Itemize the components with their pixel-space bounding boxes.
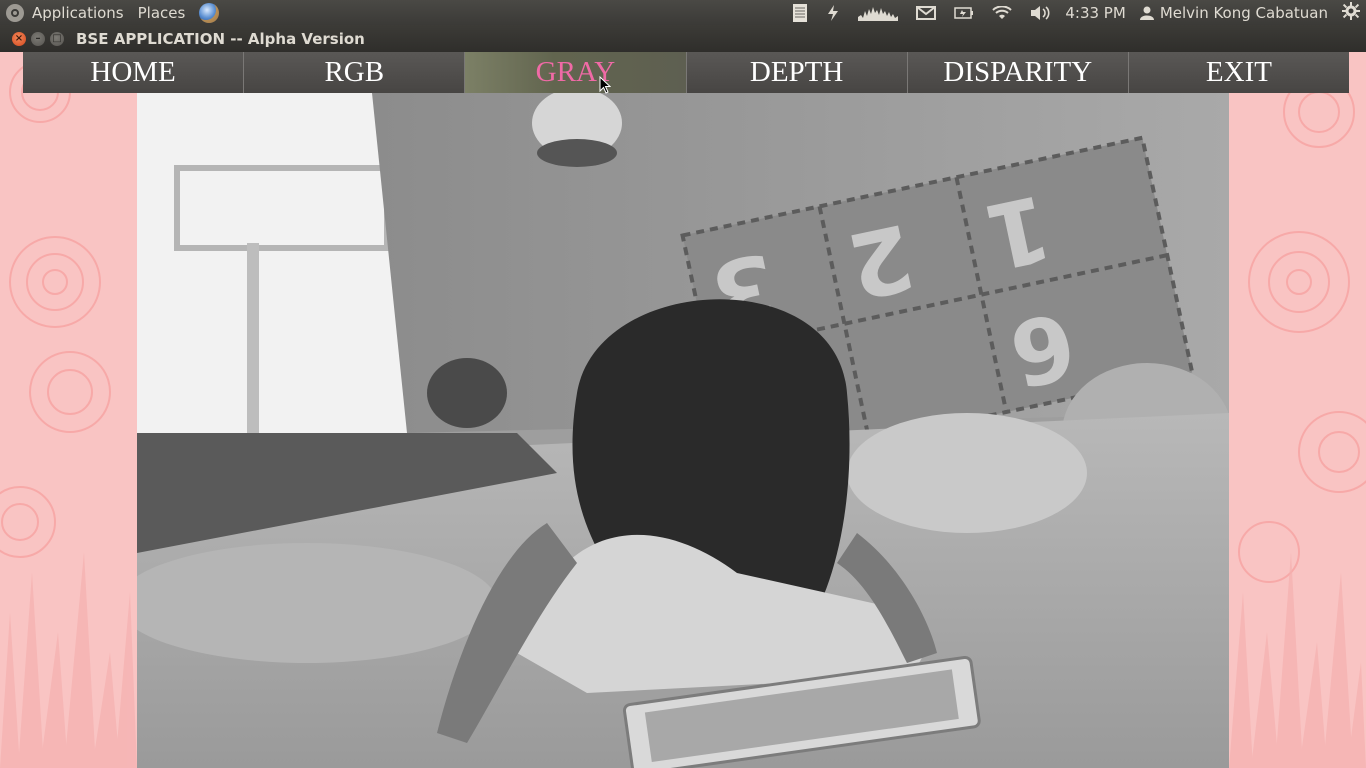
window-maximize-button[interactable]: □: [50, 31, 64, 46]
mail-icon[interactable]: [916, 5, 937, 20]
tab-exit[interactable]: EXIT: [1128, 52, 1350, 93]
tab-rgb[interactable]: RGB: [244, 52, 466, 93]
system-top-panel: Applications Places 4:33 PM Melvin Kong …: [0, 0, 1366, 25]
window-title: BSE APPLICATION -- Alpha Version: [76, 29, 365, 48]
wifi-icon[interactable]: [992, 5, 1013, 20]
window-title-bar[interactable]: × – □ BSE APPLICATION -- Alpha Version: [0, 25, 1366, 52]
window-close-button[interactable]: ×: [12, 31, 26, 46]
gear-icon[interactable]: [1342, 1, 1360, 24]
left-floral-background: [0, 52, 137, 768]
document-icon[interactable]: [792, 3, 808, 23]
maximize-icon: □: [52, 32, 62, 44]
clock[interactable]: 4:33 PM: [1065, 4, 1125, 22]
power-icon[interactable]: [826, 4, 840, 22]
right-floral-background: [1229, 52, 1366, 768]
browser-globe-icon[interactable]: [199, 2, 220, 23]
tab-gray[interactable]: GRAY: [465, 52, 687, 93]
ubuntu-logo-icon[interactable]: [6, 3, 24, 22]
app-area: 3 2 1 6 HOME RGB GRAY DEPTH DISPARITY EX…: [0, 52, 1366, 768]
tab-home[interactable]: HOME: [23, 52, 245, 93]
user-icon: [1139, 6, 1154, 20]
network-graph-icon[interactable]: [858, 5, 899, 21]
user-name-label: Melvin Kong Cabatuan: [1159, 3, 1328, 22]
volume-icon[interactable]: [1030, 5, 1050, 21]
mouse-pointer-icon: [599, 75, 612, 98]
window-minimize-button[interactable]: –: [31, 31, 45, 46]
places-menu[interactable]: Places: [138, 4, 186, 22]
user-menu[interactable]: Melvin Kong Cabatuan: [1139, 3, 1328, 22]
applications-menu[interactable]: Applications: [32, 4, 124, 22]
close-icon: ×: [14, 32, 24, 44]
minimize-icon: –: [35, 32, 41, 44]
tab-depth[interactable]: DEPTH: [686, 52, 908, 93]
main-nav-bar: HOME RGB GRAY DEPTH DISPARITY EXIT: [23, 52, 1350, 93]
battery-icon[interactable]: [954, 6, 974, 19]
tab-disparity[interactable]: DISPARITY: [907, 52, 1129, 93]
gray-camera-feed: 3 2 1 6: [137, 93, 1229, 768]
